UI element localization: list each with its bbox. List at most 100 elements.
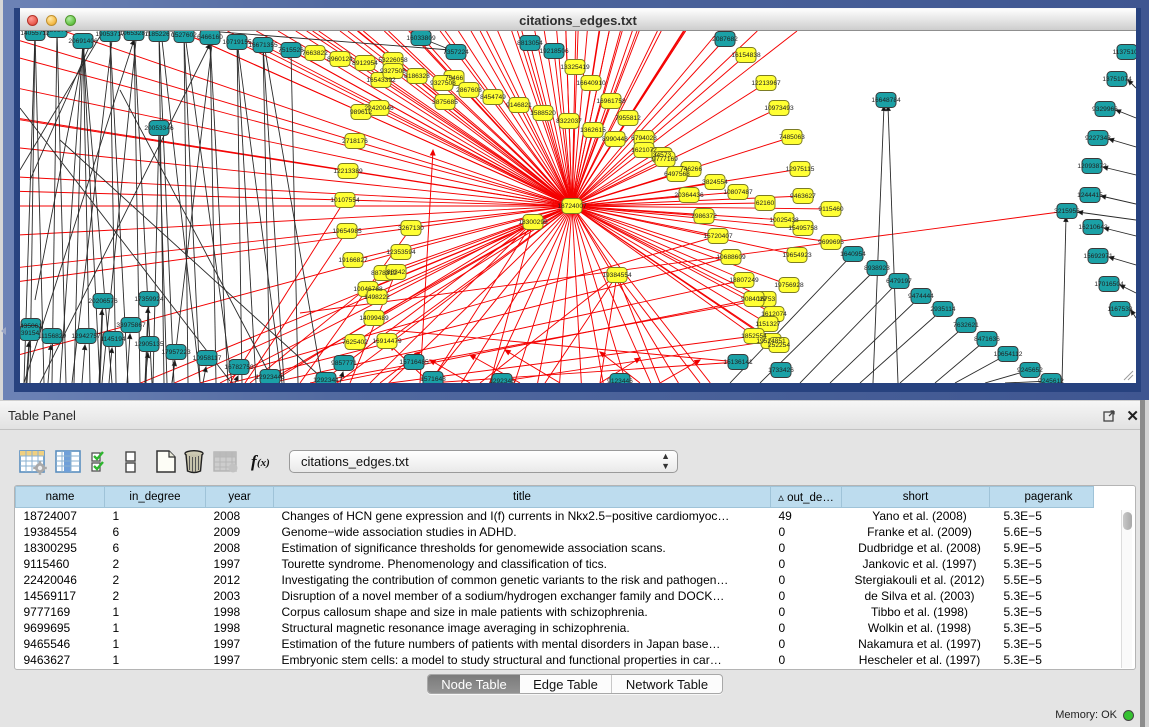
svg-text:20364436: 20364436 [674,192,704,199]
svg-text:20053346: 20053346 [144,125,174,132]
svg-text:7357224: 7357224 [443,49,469,56]
svg-text:1612074: 1612074 [761,311,787,318]
svg-text:15136141: 15136141 [723,359,753,366]
svg-text:8454749: 8454749 [480,94,506,101]
svg-text:1733426: 1733426 [768,367,794,374]
svg-text:3215956: 3215956 [1054,208,1080,215]
svg-text:18300295: 18300295 [518,219,548,226]
svg-text:3875685: 3875685 [432,99,458,106]
svg-text:1571648: 1571648 [420,376,446,383]
svg-text:20593712: 20593712 [42,31,72,34]
svg-text:7955812: 7955812 [615,115,641,122]
svg-text:1588520: 1588520 [530,110,556,117]
svg-text:12353594: 12353594 [386,249,416,256]
svg-text:7986372: 7986372 [691,213,717,220]
svg-text:1852554: 1852554 [741,333,767,340]
svg-text:6497568: 6497568 [664,171,690,178]
svg-text:33975867: 33975867 [116,322,146,329]
svg-text:12942757: 12942757 [71,333,101,340]
svg-text:16210643: 16210643 [1078,224,1108,231]
svg-text:1292344: 1292344 [313,377,339,383]
svg-text:16033809: 16033809 [406,35,436,42]
svg-text:7515526: 7515526 [278,47,304,54]
svg-text:16640910: 16640910 [576,80,606,87]
svg-text:14099489: 14099489 [359,315,389,322]
svg-text:12923446: 12923446 [255,374,285,381]
svg-text:9329966: 9329966 [1092,106,1118,113]
svg-text:19654985: 19654985 [332,228,362,235]
svg-text:16961758: 16961758 [596,98,626,105]
svg-text:10807487: 10807487 [723,189,753,196]
svg-text:53226058: 53226058 [378,57,408,64]
svg-text:9327508: 9327508 [380,68,406,75]
svg-text:15716485: 15716485 [399,359,429,366]
svg-text:19756928: 19756928 [774,282,804,289]
svg-text:16543392: 16543392 [366,77,396,84]
svg-text:9245612: 9245612 [1038,378,1064,383]
svg-text:8471636: 8471636 [974,336,1000,343]
svg-text:1527602: 1527602 [171,32,197,39]
svg-text:1498222: 1498222 [364,294,390,301]
svg-text:6466160: 6466160 [197,34,223,41]
svg-text:10046768: 10046768 [353,286,383,293]
svg-text:9857771: 9857771 [331,360,357,367]
svg-text:19654923: 19654923 [782,252,812,259]
svg-text:15692971: 15692971 [1083,253,1113,260]
svg-text:8990448: 8990448 [602,136,628,143]
svg-text:3824554: 3824554 [702,179,728,186]
svg-text:2718176: 2718176 [342,138,368,145]
svg-text:9474444: 9474444 [908,293,934,300]
svg-text:9463627: 9463627 [790,193,816,200]
svg-text:11375107: 11375107 [1113,49,1136,56]
svg-text:9146821: 9146821 [506,102,532,109]
svg-text:18807249: 18807249 [729,277,759,284]
svg-text:15495758: 15495758 [788,225,818,232]
svg-text:11156829: 11156829 [38,333,67,340]
svg-text:20206576: 20206576 [88,298,118,305]
svg-text:19218506: 19218506 [539,48,569,55]
svg-text:12905135: 12905135 [134,341,164,348]
svg-text:9115460: 9115460 [818,206,844,213]
svg-text:10973493: 10973493 [764,105,794,112]
svg-text:9699695: 9699695 [818,239,844,246]
svg-text:13325419: 13325419 [560,64,590,71]
svg-text:10654112: 10654112 [994,351,1023,358]
svg-text:16671355: 16671355 [248,42,278,49]
svg-text:11852267: 11852267 [145,31,174,38]
svg-text:9123446: 9123446 [607,378,633,383]
svg-text:1362615: 1362615 [580,127,606,134]
svg-text:17957223: 17957223 [161,349,191,356]
svg-text:8813054: 8813054 [517,40,543,47]
svg-text:1151327: 1151327 [755,321,781,328]
svg-text:19166827: 19166827 [338,257,368,264]
svg-text:8938923: 8938923 [864,265,890,272]
svg-text:88342: 88342 [387,269,406,276]
svg-text:9084027: 9084027 [741,296,767,303]
svg-text:7625402: 7625402 [342,339,368,346]
svg-text:1640954: 1640954 [840,251,866,258]
svg-text:12975115: 12975115 [786,166,815,173]
svg-text:16648784: 16648784 [871,97,901,104]
svg-text:6794028: 6794028 [631,135,657,142]
svg-text:10025438: 10025438 [769,217,799,224]
svg-text:8322037: 8322037 [556,118,582,125]
svg-text:18724007: 18724007 [557,203,587,210]
svg-text:1167533: 1167533 [1107,306,1133,313]
svg-text:39154: 39154 [21,330,40,337]
svg-text:7632621: 7632621 [953,322,979,329]
svg-text:12213967: 12213967 [751,80,781,87]
svg-text:10958117: 10958117 [193,355,222,362]
svg-text:17359924: 17359924 [134,296,164,303]
svg-text:7485063: 7485063 [779,134,805,141]
svg-text:20691406: 20691406 [68,38,98,45]
svg-text:1145194: 1145194 [100,336,126,343]
svg-text:8960124: 8960124 [327,56,353,63]
svg-text:12093872: 12093872 [1077,163,1107,170]
svg-text:2087682: 2087682 [712,36,738,43]
svg-text:2935114: 2935114 [930,306,956,313]
svg-text:22420046: 22420046 [364,105,394,112]
svg-text:6479197: 6479197 [886,278,912,285]
svg-text:7663822: 7663822 [302,50,328,57]
svg-text:13751074: 13751074 [1102,76,1132,83]
svg-text:435061: 435061 [20,323,42,330]
